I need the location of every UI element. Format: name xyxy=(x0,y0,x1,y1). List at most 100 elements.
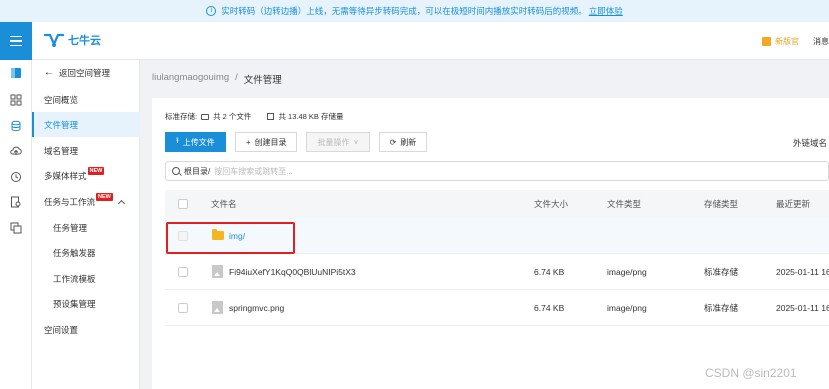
breadcrumb-current: 文件管理 xyxy=(243,75,282,86)
top-bar: 七牛云 新版官 消息 xyxy=(0,22,829,60)
gift-icon xyxy=(762,37,771,46)
breadcrumb-separator: / xyxy=(235,72,238,83)
file-name-cell[interactable]: springmvc.png xyxy=(212,290,284,325)
refresh-button[interactable]: ⟳ 刷新 xyxy=(378,132,428,152)
upload-icon: ⭱ xyxy=(176,136,179,145)
batch-actions-button[interactable]: 批量操作 ∨ xyxy=(306,132,370,152)
image-file-icon xyxy=(212,301,223,314)
sidebar-item-label: 任务触发器 xyxy=(53,247,96,258)
storage-icon[interactable] xyxy=(10,120,22,132)
back-to-buckets[interactable]: ← 返回空间管理 xyxy=(32,60,140,85)
header-storage[interactable]: 存储类型 xyxy=(704,190,738,218)
sidebar-item-label: 任务管理 xyxy=(53,222,88,233)
new-site-label: 新版官 xyxy=(775,37,799,46)
file-name: springmvc.png xyxy=(229,302,285,313)
storage-type: 标准存储 xyxy=(704,302,739,313)
icon-bar xyxy=(0,60,32,389)
select-all-checkbox[interactable] xyxy=(178,190,188,218)
storage-stats: 标准存储: 共 2 个文件 共 13.48 KB 存储量 xyxy=(165,111,343,122)
search-path-prefix: 根目录/ xyxy=(184,166,211,176)
file-size: 6.74 KB xyxy=(534,266,565,277)
sidebar-item-label: 空间概览 xyxy=(44,94,79,105)
notice-bar: i 实时转码（边转边播）上线，无需等待异步转码完成，可以在极短时间内播放实时转码… xyxy=(0,0,829,22)
file-search-icon[interactable] xyxy=(10,196,22,208)
copy-icon[interactable] xyxy=(10,222,22,234)
notice-text: 实时转码（边转边播）上线，无需等待异步转码完成，可以在极短时间内播放实时转码后的… xyxy=(221,6,587,16)
sidebar-item-label: 任务与工作流 xyxy=(44,196,96,207)
sidebar-item-label: 预设集管理 xyxy=(53,298,96,309)
table-row[interactable]: springmvc.png 6.74 KB image/png 标准存储 202… xyxy=(165,290,829,326)
menu-icon[interactable] xyxy=(0,22,32,60)
sidebar-item-label: 空间设置 xyxy=(44,324,79,335)
sidebar-item-workflows[interactable]: 任务与工作流 NEW xyxy=(32,189,140,214)
new-site-link[interactable]: 新版官 xyxy=(762,36,799,47)
back-label: 返回空间管理 xyxy=(59,67,111,78)
sidebar-item-label: 域名管理 xyxy=(44,145,79,156)
refresh-label: 刷新 xyxy=(400,137,417,147)
sidebar-item-label: 文件管理 xyxy=(44,119,79,130)
sidebar-item-presets[interactable]: 预设集管理 xyxy=(32,291,140,316)
updated-time: 2025-01-11 16 xyxy=(776,266,829,277)
sidebar-item-tasks[interactable]: 任务管理 xyxy=(32,215,140,240)
header-updated[interactable]: 最近更新 xyxy=(776,190,810,218)
product-icon[interactable] xyxy=(10,67,22,79)
folder-icon xyxy=(201,113,210,120)
highlight-box xyxy=(166,222,295,254)
file-type: image/png xyxy=(607,302,647,313)
sidebar-item-workflow-templates[interactable]: 工作流模板 xyxy=(32,266,140,291)
search-icon xyxy=(172,167,180,175)
plus-icon: + xyxy=(245,137,251,147)
upload-button[interactable]: ⭱ 上传文件 xyxy=(165,132,226,152)
chevron-up-icon xyxy=(117,199,125,208)
sidebar-item-label: 多媒体样式 xyxy=(44,170,87,181)
storage-size: 共 13.48 KB 存储量 xyxy=(278,112,344,121)
image-file-icon xyxy=(212,265,223,278)
brand-logo[interactable]: 七牛云 xyxy=(44,32,101,48)
table-header: 文件名 文件大小 文件类型 存储类型 最近更新 xyxy=(165,190,829,218)
brand-name: 七牛云 xyxy=(68,35,101,47)
breadcrumb: liulangmaogouimg / 文件管理 xyxy=(152,72,282,86)
updated-time: 2025-01-11 16 xyxy=(776,302,829,313)
upload-label: 上传文件 xyxy=(182,137,215,147)
file-size: 6.74 KB xyxy=(534,302,565,313)
watermark: CSDN @sin2201 xyxy=(705,366,797,380)
file-name-cell[interactable]: Fi94iuXefY1KqQ0QBlUuNIPi5tX3 xyxy=(212,254,356,289)
new-badge: NEW xyxy=(96,192,113,201)
top-right-actions: 新版官 消息 xyxy=(762,36,829,47)
storage-icon xyxy=(267,113,275,120)
create-dir-button[interactable]: + 创建目录 xyxy=(234,132,298,152)
batch-label: 批量操作 xyxy=(317,137,350,147)
sidebar-item-overview[interactable]: 空间概览 xyxy=(32,87,140,112)
chevron-down-icon: ∨ xyxy=(353,139,359,146)
sidebar-item-files[interactable]: 文件管理 xyxy=(32,112,140,137)
arrow-left-icon: ← xyxy=(44,67,54,78)
qiniu-logo-icon xyxy=(44,33,64,47)
grid-icon[interactable] xyxy=(10,94,22,106)
sidebar: ← 返回空间管理 空间概览 文件管理 域名管理 多媒体样式 NEW 任务与工作流… xyxy=(32,60,140,389)
header-name[interactable]: 文件名 xyxy=(211,190,237,218)
breadcrumb-bucket[interactable]: liulangmaogouimg xyxy=(152,72,229,86)
search-bar: 根目录/ xyxy=(165,161,829,181)
storage-type-label: 标准存储: xyxy=(165,112,198,121)
header-size[interactable]: 文件大小 xyxy=(534,190,568,218)
sidebar-item-triggers[interactable]: 任务触发器 xyxy=(32,240,140,265)
row-checkbox[interactable] xyxy=(178,254,188,289)
sidebar-item-label: 工作流模板 xyxy=(53,273,96,284)
info-icon: i xyxy=(206,6,217,16)
search-input[interactable] xyxy=(214,166,828,176)
table-row[interactable]: Fi94iuXefY1KqQ0QBlUuNIPi5tX3 6.74 KB ima… xyxy=(165,254,829,290)
file-type: image/png xyxy=(607,266,647,277)
notice-link[interactable]: 立即体验 xyxy=(589,5,623,17)
cloud-upload-icon[interactable] xyxy=(10,145,22,157)
row-checkbox[interactable] xyxy=(178,290,188,325)
clock-icon[interactable] xyxy=(10,171,22,183)
new-badge: NEW xyxy=(87,166,105,175)
file-count: 共 2 个文件 xyxy=(213,112,252,121)
external-domain-select[interactable]: 外链域名 xyxy=(793,137,827,149)
messages-link[interactable]: 消息 xyxy=(813,36,829,47)
refresh-icon: ⟳ xyxy=(389,137,397,147)
sidebar-item-domains[interactable]: 域名管理 xyxy=(32,138,140,163)
sidebar-item-media-styles[interactable]: 多媒体样式 NEW xyxy=(32,163,140,188)
header-type[interactable]: 文件类型 xyxy=(607,190,641,218)
sidebar-item-settings[interactable]: 空间设置 xyxy=(32,317,140,342)
